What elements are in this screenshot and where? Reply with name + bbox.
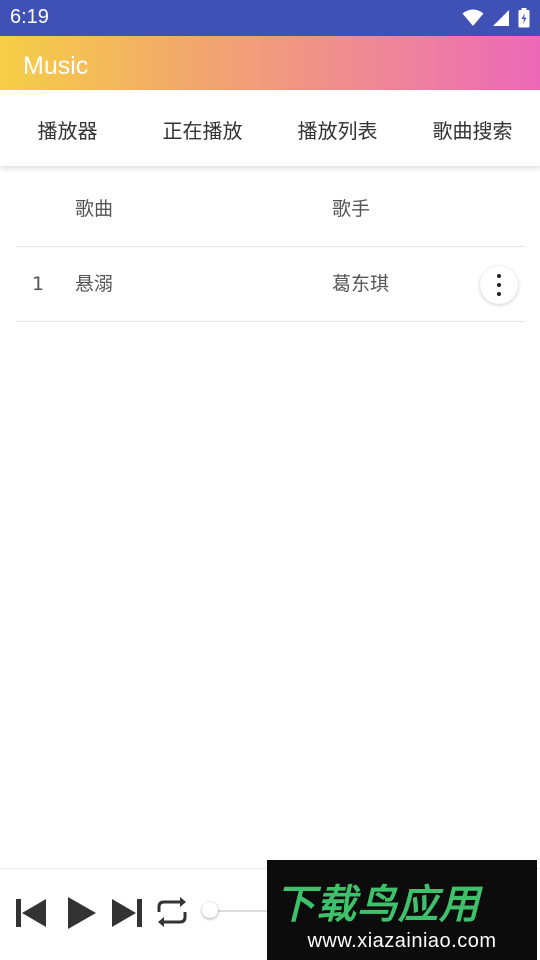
- battery-icon: [518, 8, 530, 28]
- wifi-icon: [462, 9, 484, 26]
- status-bar: 6:19: [0, 0, 540, 36]
- song-title: 悬溺: [75, 273, 114, 295]
- table-row[interactable]: 1 悬溺 葛东琪: [16, 247, 525, 322]
- tab-bar: 播放器 正在播放 播放列表 歌曲搜索: [0, 90, 540, 166]
- row-index: 1: [32, 273, 45, 295]
- tab-playlist[interactable]: 播放列表: [270, 90, 405, 166]
- artist-name: 葛东琪: [332, 273, 390, 295]
- watermark-url: www.xiazainiao.com: [307, 930, 497, 952]
- play-icon[interactable]: [66, 895, 98, 931]
- status-time: 6:19: [10, 6, 49, 28]
- tab-player[interactable]: 播放器: [0, 90, 135, 166]
- tab-song-search[interactable]: 歌曲搜索: [405, 90, 540, 166]
- table-header-row: 歌曲 歌手: [16, 172, 525, 247]
- song-table: 歌曲 歌手 1 悬溺 葛东琪: [16, 172, 525, 322]
- column-header-song: 歌曲: [75, 198, 114, 220]
- skip-next-icon[interactable]: [110, 897, 144, 929]
- progress-thumb[interactable]: [202, 902, 218, 918]
- watermark: 下载鸟应用 www.xiazainiao.com: [267, 860, 537, 960]
- watermark-logo: 下载鸟应用: [275, 882, 480, 928]
- app-bar: Music: [0, 36, 540, 90]
- signal-icon: [493, 10, 509, 26]
- column-header-artist: 歌手: [332, 198, 371, 220]
- repeat-icon[interactable]: [153, 894, 191, 930]
- status-icons: [462, 8, 530, 28]
- skip-previous-icon[interactable]: [14, 897, 48, 929]
- more-vert-icon[interactable]: [480, 266, 518, 304]
- app-title: Music: [23, 52, 89, 80]
- tab-now-playing[interactable]: 正在播放: [135, 90, 270, 166]
